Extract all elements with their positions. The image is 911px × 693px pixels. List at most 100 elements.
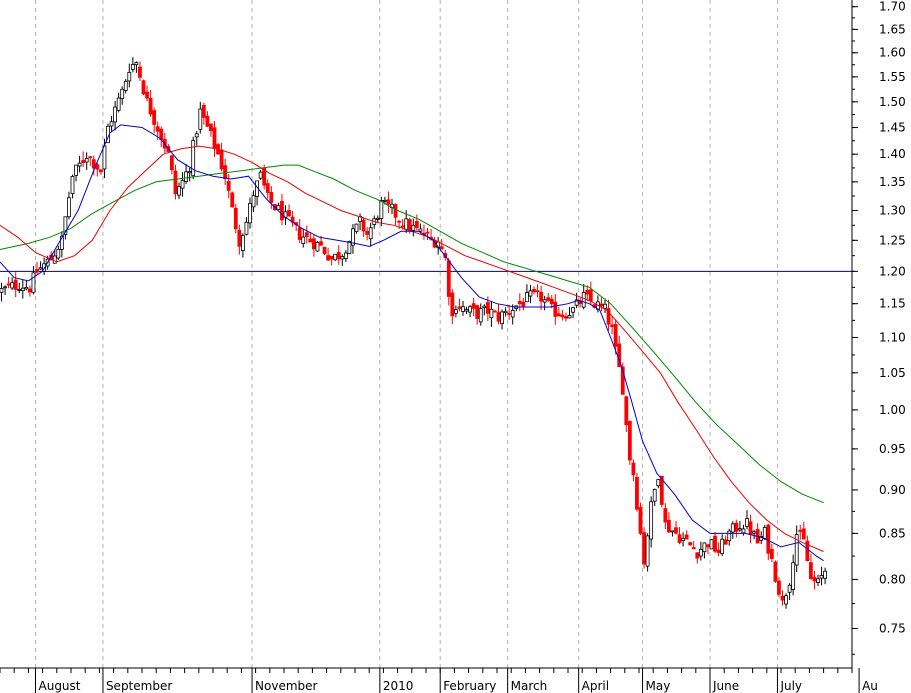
x-tick-label: June bbox=[712, 679, 739, 693]
candle-body bbox=[209, 123, 213, 132]
candle-body bbox=[564, 316, 568, 319]
y-tick-label: 1.40 bbox=[879, 147, 906, 161]
y-tick-label: 1.00 bbox=[879, 403, 906, 417]
candle-body bbox=[638, 507, 643, 534]
candle-body bbox=[482, 305, 487, 308]
candle-body bbox=[812, 576, 817, 582]
candle-body bbox=[439, 246, 444, 250]
candle-body bbox=[695, 552, 700, 559]
candle-body bbox=[343, 252, 348, 259]
candle-body bbox=[180, 180, 185, 189]
candle-body bbox=[201, 105, 206, 118]
candle-body bbox=[667, 519, 671, 533]
candle-body bbox=[219, 149, 224, 170]
candle-body bbox=[127, 71, 132, 82]
candle-body bbox=[329, 255, 334, 260]
candle-body bbox=[613, 324, 618, 347]
x-tick-label: May bbox=[646, 679, 671, 693]
candle-body bbox=[109, 121, 114, 127]
candle-body bbox=[500, 311, 504, 325]
candle-body bbox=[713, 535, 717, 552]
candle-body bbox=[560, 314, 565, 318]
candle-body bbox=[535, 290, 540, 293]
candle-body bbox=[169, 155, 174, 171]
candle-body bbox=[240, 235, 245, 251]
candle-body bbox=[769, 549, 774, 559]
candle-body bbox=[528, 290, 533, 297]
candle-body bbox=[194, 133, 199, 138]
candle-body bbox=[603, 303, 607, 309]
candle-body bbox=[397, 220, 402, 223]
candle-body bbox=[6, 283, 11, 286]
candle-body bbox=[546, 297, 551, 301]
candle-body bbox=[347, 240, 352, 255]
candle-body bbox=[248, 202, 252, 224]
candle-body bbox=[471, 303, 476, 309]
candle-body bbox=[297, 227, 302, 240]
candle-body bbox=[688, 542, 693, 546]
candle-body bbox=[315, 241, 320, 252]
candle-body bbox=[237, 229, 242, 247]
candle-body bbox=[287, 210, 291, 217]
candle-body bbox=[67, 197, 71, 218]
candle-body bbox=[791, 562, 796, 590]
candle-body bbox=[809, 562, 813, 579]
candle-body bbox=[798, 529, 803, 532]
x-tick-label: August bbox=[39, 679, 81, 693]
candle-body bbox=[365, 231, 370, 235]
candle-body bbox=[361, 219, 366, 232]
candle-body bbox=[521, 301, 526, 307]
candle-body bbox=[404, 218, 409, 230]
candle-body bbox=[567, 315, 572, 319]
candle-body bbox=[148, 97, 153, 115]
candle-body bbox=[635, 476, 639, 510]
candle-body bbox=[741, 528, 746, 534]
candle-body bbox=[198, 108, 203, 130]
candle-body bbox=[652, 489, 657, 502]
x-tick-label: September bbox=[106, 679, 172, 693]
candle-body bbox=[379, 200, 384, 219]
candle-body bbox=[311, 238, 316, 250]
candle-body bbox=[823, 570, 827, 579]
candle-body bbox=[446, 260, 451, 297]
candle-body bbox=[35, 269, 39, 273]
y-tick-label: 1.70 bbox=[879, 0, 906, 14]
candle-body bbox=[777, 580, 781, 595]
candle-body bbox=[141, 80, 146, 95]
candle-body bbox=[656, 479, 661, 487]
candle-body bbox=[354, 223, 359, 233]
candle-body bbox=[674, 527, 678, 534]
candle-body bbox=[205, 115, 210, 127]
candle-body bbox=[230, 192, 235, 208]
candle-body bbox=[556, 313, 561, 317]
candle-body bbox=[31, 272, 36, 293]
x-tick-label: March bbox=[511, 679, 548, 693]
candle-body bbox=[99, 169, 103, 173]
candle-body bbox=[588, 289, 593, 302]
candle-body bbox=[322, 246, 327, 254]
candle-body bbox=[336, 252, 341, 260]
candle-body bbox=[0, 288, 4, 293]
candle-body bbox=[539, 291, 543, 302]
candle-body bbox=[27, 288, 32, 293]
candle-body bbox=[368, 227, 373, 240]
candle-body bbox=[251, 195, 256, 208]
candle-body bbox=[649, 501, 654, 540]
candle-body bbox=[734, 522, 739, 532]
x-tick-label: April bbox=[582, 679, 609, 693]
candle-body bbox=[84, 158, 89, 163]
candle-body bbox=[155, 126, 160, 132]
candle-body bbox=[727, 530, 732, 542]
candle-body bbox=[457, 306, 462, 309]
candle-body bbox=[780, 595, 785, 601]
candle-body bbox=[489, 308, 494, 319]
candle-body bbox=[684, 534, 689, 540]
candle-body bbox=[745, 518, 749, 527]
x-tick-label: Au bbox=[862, 679, 878, 693]
y-tick-label: 1.60 bbox=[879, 46, 906, 60]
y-tick-label: 1.15 bbox=[879, 297, 906, 311]
x-tick-label: November bbox=[255, 679, 317, 693]
candle-body bbox=[301, 236, 306, 244]
candle-body bbox=[212, 127, 217, 149]
y-tick-label: 1.05 bbox=[879, 366, 906, 380]
